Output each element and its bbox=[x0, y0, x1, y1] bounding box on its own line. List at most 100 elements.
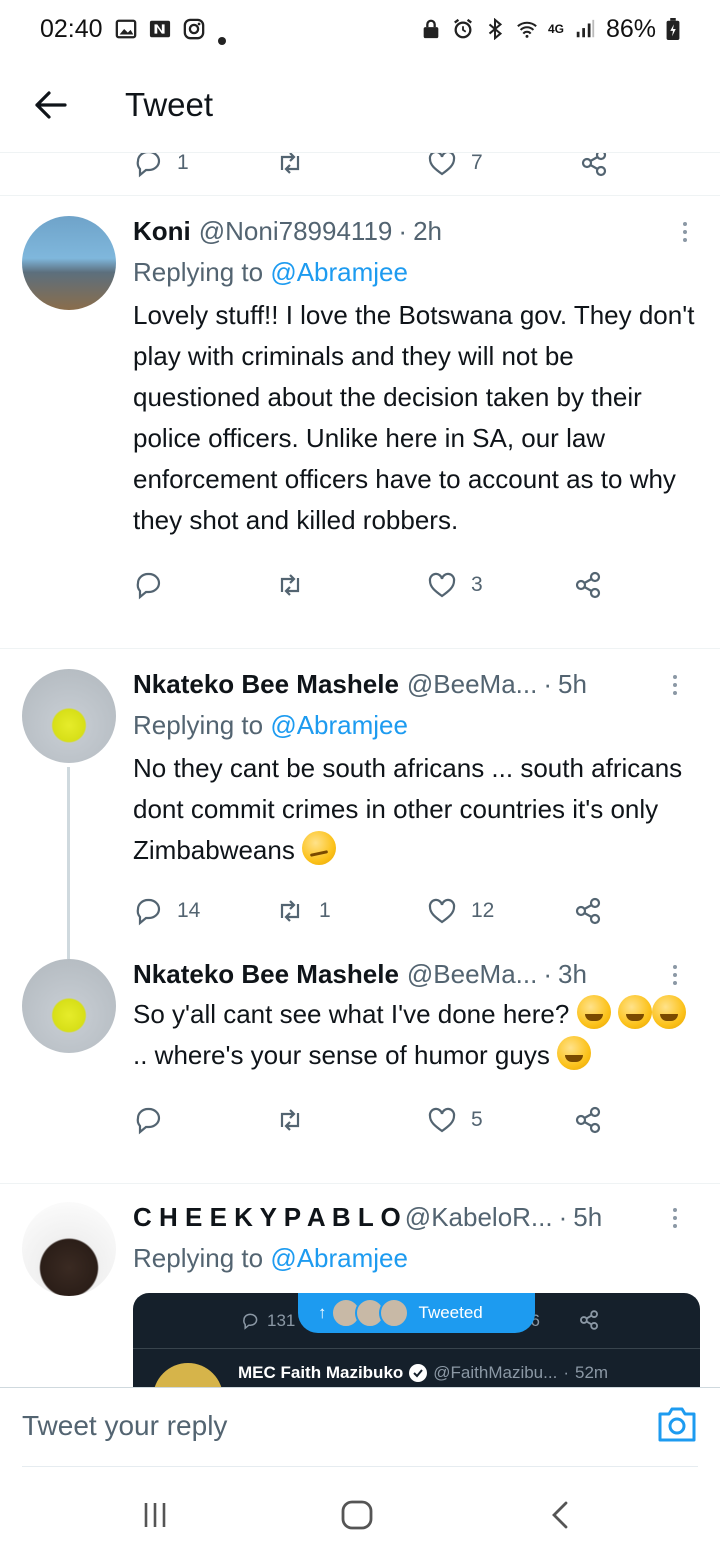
reply-feed[interactable]: 1 7 Koni @Noni78994119 · 2h Replying to … bbox=[0, 153, 720, 1387]
like-button[interactable]: 7 bbox=[427, 153, 579, 178]
pill-avatars bbox=[330, 1298, 409, 1328]
embedded-reply-count: 131 bbox=[241, 1311, 295, 1331]
tweet-text-content: No they cant be south africans ... south… bbox=[133, 753, 683, 865]
separator-dot: · bbox=[558, 1201, 568, 1232]
embedded-action-row: 131 26 ↑ Tweeted bbox=[133, 1293, 700, 1349]
reply-count: 1 bbox=[177, 153, 189, 174]
system-back-button[interactable] bbox=[548, 1499, 572, 1531]
timestamp[interactable]: 2h bbox=[413, 216, 442, 247]
author-handle[interactable]: @BeeMa... bbox=[407, 669, 537, 700]
timestamp[interactable]: 3h bbox=[558, 959, 587, 990]
share-icon bbox=[575, 897, 601, 925]
arrow-up-icon: ↑ bbox=[318, 1303, 327, 1322]
wifi-icon bbox=[516, 18, 538, 40]
retweet-icon bbox=[280, 574, 300, 596]
retweet-button[interactable]: 1 bbox=[275, 896, 427, 926]
recent-apps-button[interactable] bbox=[140, 1499, 170, 1531]
avatar[interactable] bbox=[22, 669, 116, 763]
status-bar: 02:40 4G 86% bbox=[0, 0, 720, 58]
share-icon bbox=[575, 1106, 601, 1134]
tweet-header: C H E E K Y P A B L O @KabeloR... · 5h bbox=[133, 1199, 703, 1235]
gallery-icon bbox=[115, 18, 137, 40]
home-button[interactable] bbox=[340, 1499, 374, 1531]
author-name[interactable]: Nkateko Bee Mashele bbox=[133, 669, 399, 700]
reply-button[interactable]: 1 bbox=[133, 153, 275, 178]
embedded-author-handle: @FaithMazibu... bbox=[433, 1363, 558, 1382]
tweet-actions: 14 1 12 bbox=[133, 891, 703, 931]
mention-link[interactable]: @Abramjee bbox=[270, 710, 408, 740]
like-button[interactable]: 5 bbox=[427, 1105, 573, 1135]
retweet-button[interactable] bbox=[275, 570, 427, 600]
status-left: 02:40 bbox=[40, 15, 227, 45]
share-button[interactable] bbox=[573, 896, 603, 926]
tweet[interactable]: Nkateko Bee Mashele @BeeMa... · 3h So y'… bbox=[0, 956, 720, 1181]
camera-icon bbox=[658, 1407, 696, 1442]
avatar[interactable] bbox=[22, 1202, 116, 1296]
pill-label: Tweeted bbox=[418, 1303, 483, 1322]
more-options-button[interactable] bbox=[663, 1203, 687, 1233]
retweet-icon bbox=[280, 1109, 300, 1131]
reply-input[interactable]: Tweet your reply bbox=[22, 1410, 227, 1442]
tweet[interactable]: Koni @Noni78994119 · 2h Replying to @Abr… bbox=[0, 213, 720, 648]
replying-to-prefix: Replying to bbox=[133, 1243, 271, 1273]
instagram-icon bbox=[183, 18, 205, 40]
battery-level: 86% bbox=[605, 14, 656, 43]
reply-button[interactable]: 14 bbox=[133, 896, 275, 926]
more-options-button[interactable] bbox=[663, 960, 687, 990]
network-label: 4G bbox=[547, 22, 564, 36]
share-button[interactable] bbox=[579, 153, 609, 178]
author-name[interactable]: C H E E K Y P A B L O bbox=[133, 1202, 401, 1233]
mention-link[interactable]: @Abramjee bbox=[270, 257, 408, 287]
like-button[interactable]: 12 bbox=[427, 896, 573, 926]
author-name[interactable]: Nkateko Bee Mashele bbox=[133, 959, 399, 990]
author-handle[interactable]: @Noni78994119 bbox=[199, 216, 393, 247]
author-name[interactable]: Koni bbox=[133, 216, 191, 247]
author-handle[interactable]: @KabeloR... bbox=[405, 1202, 553, 1233]
more-options-button[interactable] bbox=[663, 670, 687, 700]
timestamp[interactable]: 5h bbox=[558, 669, 587, 700]
replying-to-prefix: Replying to bbox=[133, 710, 271, 740]
camera-button[interactable] bbox=[656, 1404, 698, 1444]
tweet-text: Lovely stuff!! I love the Botswana gov. … bbox=[133, 300, 695, 535]
retweet-button[interactable] bbox=[275, 153, 427, 178]
signal-icon bbox=[574, 18, 596, 40]
tweet-image[interactable]: 131 26 ↑ Tweeted MEC Faith Mazibuko @Fai… bbox=[133, 1293, 700, 1387]
divider bbox=[0, 1183, 720, 1184]
timestamp[interactable]: 5h bbox=[573, 1202, 602, 1233]
more-options-button[interactable] bbox=[673, 217, 697, 247]
retweet-button[interactable] bbox=[275, 1105, 427, 1135]
bluetooth-icon bbox=[484, 17, 506, 41]
tweet-text: So y'all cant see what I've done here? .… bbox=[133, 994, 703, 1076]
reply-button[interactable] bbox=[133, 570, 275, 600]
reply-button[interactable] bbox=[133, 1105, 275, 1135]
heart-icon bbox=[428, 898, 456, 924]
replying-to: Replying to @Abramjee bbox=[133, 1241, 703, 1275]
lock-icon bbox=[420, 18, 442, 40]
chevron-left-icon bbox=[552, 1501, 568, 1529]
share-button[interactable] bbox=[573, 1105, 603, 1135]
reply-composer: Tweet your reply bbox=[0, 1387, 720, 1468]
embedded-author-name: MEC Faith Mazibuko bbox=[238, 1363, 404, 1382]
tweet-actions: 3 bbox=[133, 565, 703, 605]
divider bbox=[0, 648, 720, 649]
author-handle[interactable]: @BeeMa... bbox=[407, 959, 537, 990]
avatar[interactable] bbox=[22, 959, 116, 1053]
tweet-body: Koni @Noni78994119 · 2h Replying to @Abr… bbox=[133, 213, 703, 605]
embedded-replies-value: 131 bbox=[267, 1311, 296, 1330]
tweet[interactable]: Nkateko Bee Mashele @BeeMa... · 5h Reply… bbox=[0, 666, 720, 941]
retweet-icon bbox=[280, 900, 300, 922]
tweet-body: Nkateko Bee Mashele @BeeMa... · 5h Reply… bbox=[133, 666, 703, 931]
avatar[interactable] bbox=[22, 216, 116, 310]
share-icon bbox=[581, 153, 607, 177]
back-button[interactable] bbox=[20, 75, 80, 135]
tweet-body: C H E E K Y P A B L O @KabeloR... · 5h R… bbox=[133, 1199, 703, 1275]
arrow-left-icon bbox=[35, 91, 67, 119]
share-button[interactable] bbox=[573, 570, 603, 600]
mention-link[interactable]: @Abramjee bbox=[270, 1243, 408, 1273]
tweet-text: No they cant be south africans ... south… bbox=[133, 748, 693, 871]
share-icon bbox=[575, 571, 601, 599]
like-button[interactable]: 3 bbox=[427, 570, 573, 600]
separator-dot: · bbox=[398, 215, 408, 246]
rofl-emoji-icon bbox=[576, 995, 611, 1029]
status-right: 4G 86% bbox=[420, 15, 680, 44]
